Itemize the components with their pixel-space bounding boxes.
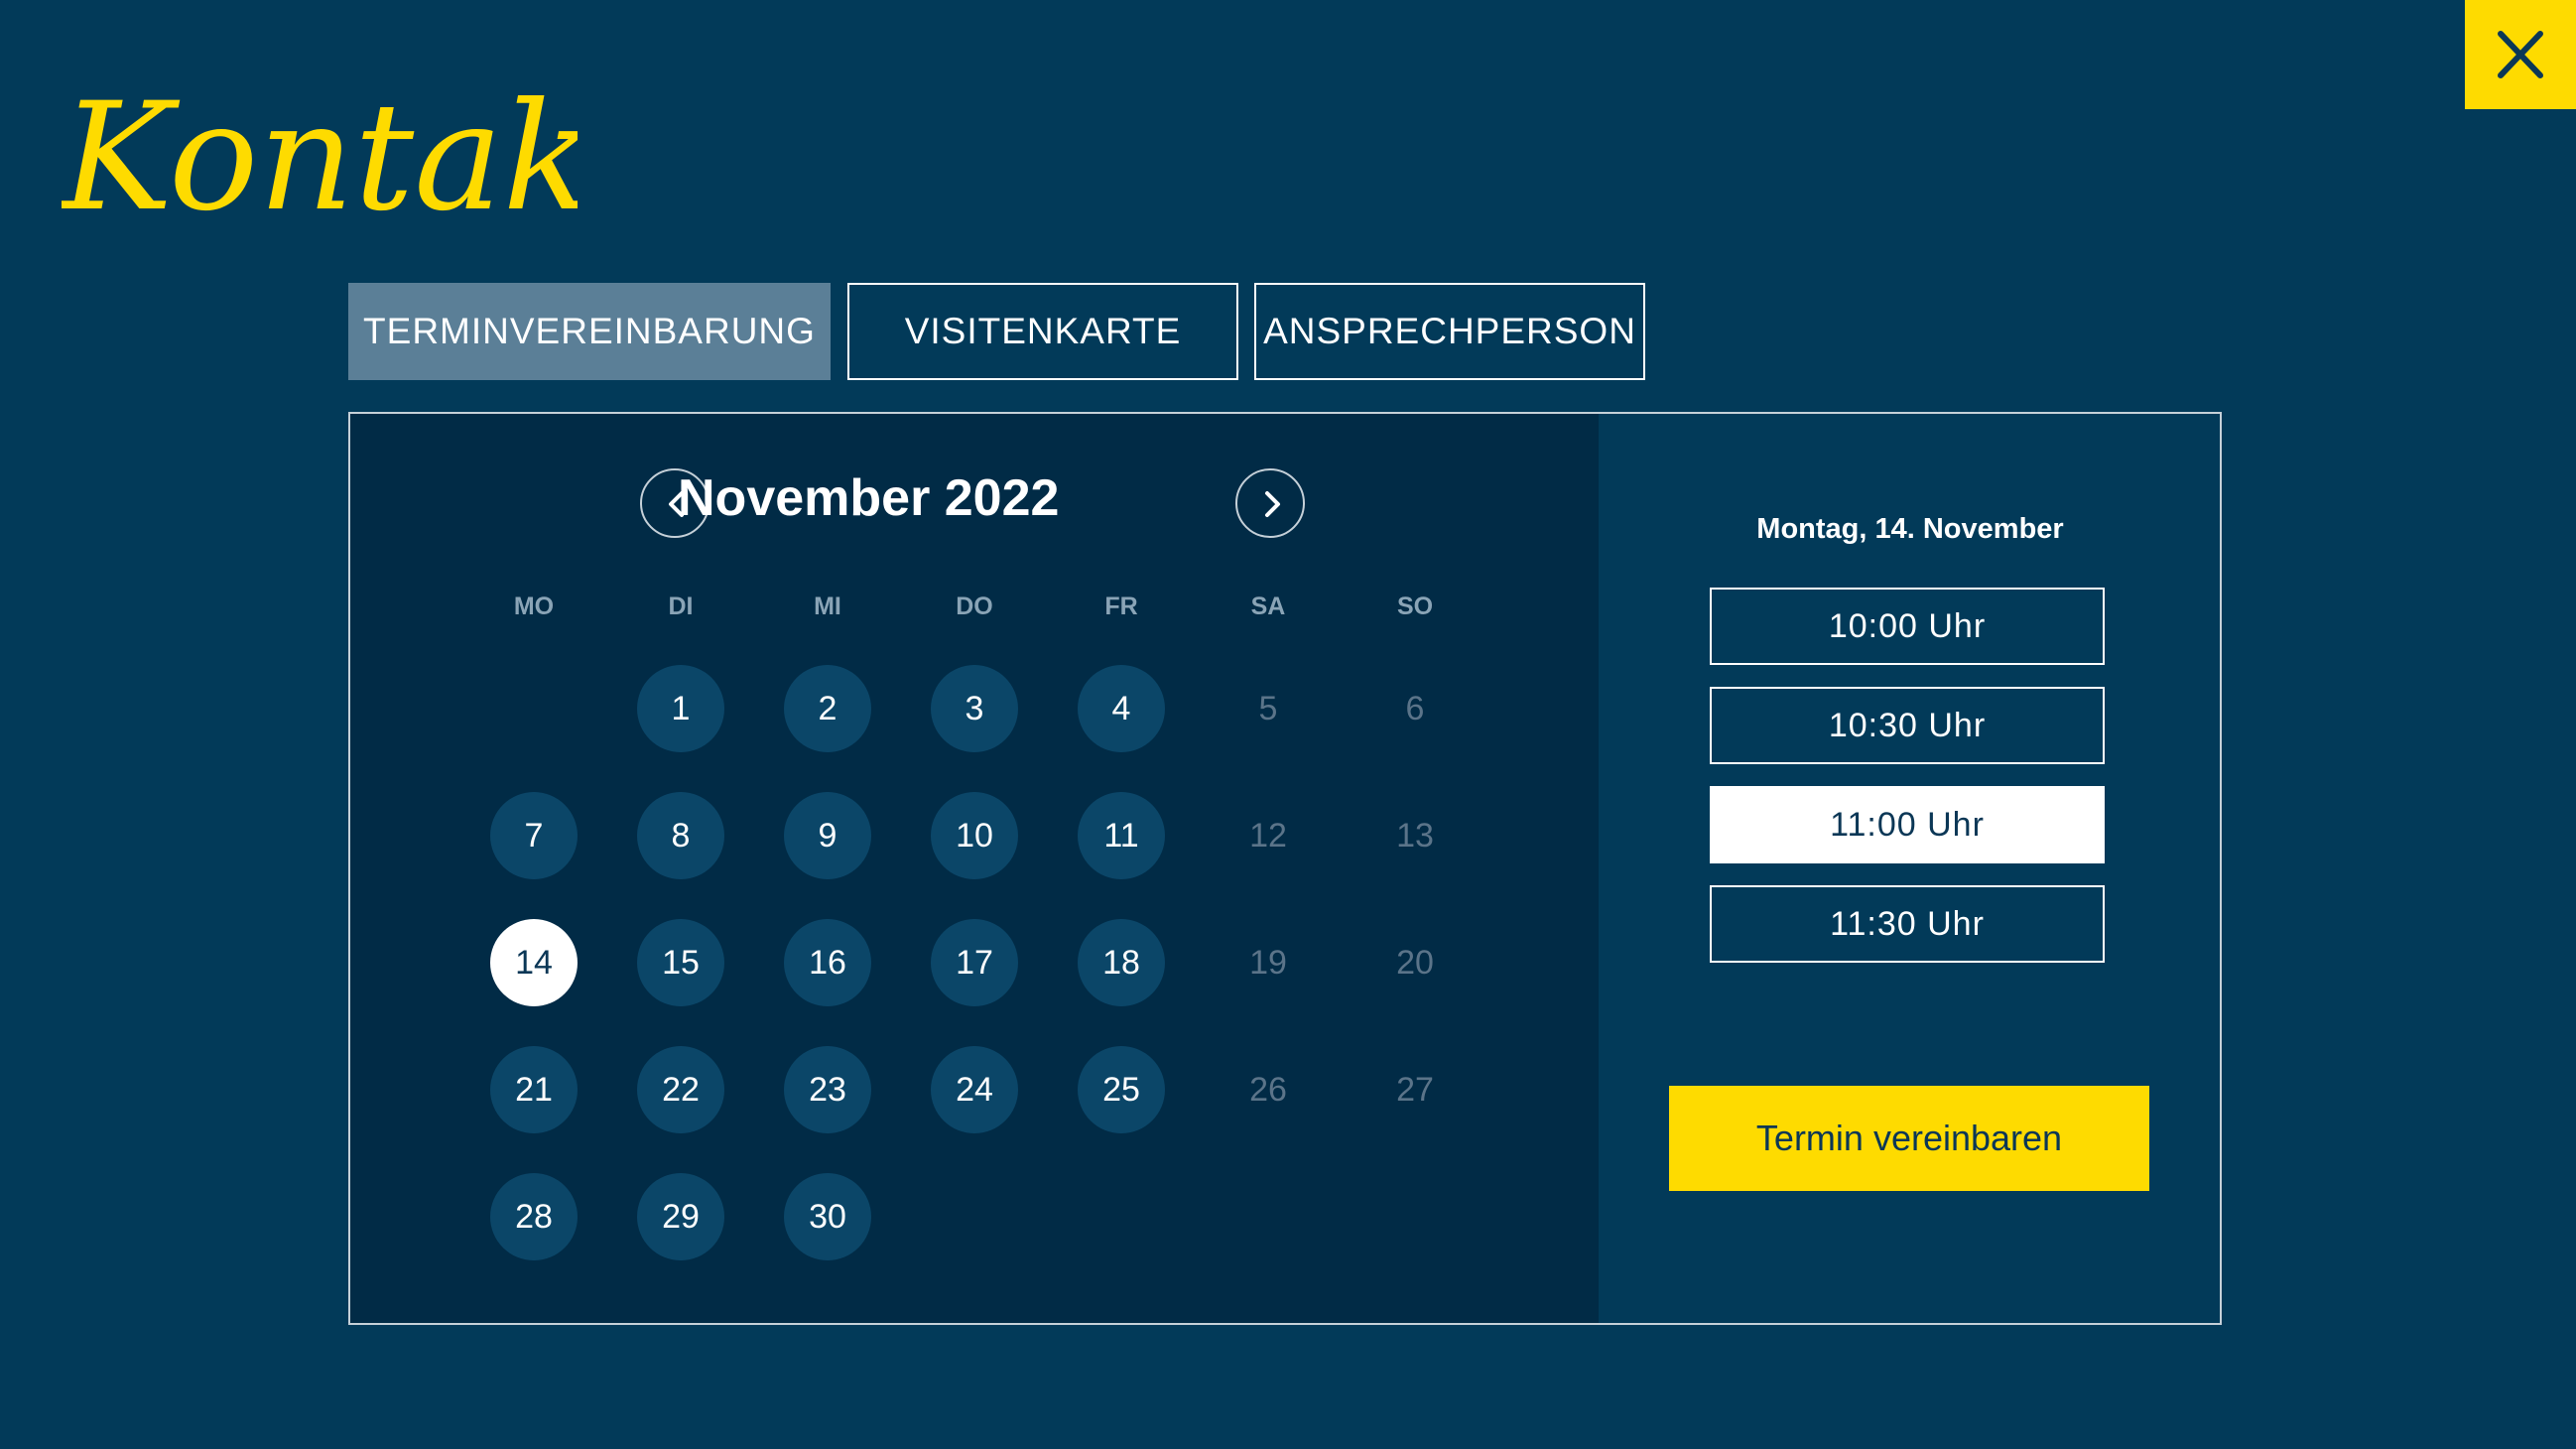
calendar-day[interactable]: 24 xyxy=(931,1046,1018,1133)
calendar-day[interactable]: 29 xyxy=(637,1173,724,1260)
calendar-day: 5 xyxy=(1258,689,1278,727)
weekday-label: SA xyxy=(1250,593,1286,620)
selected-date-label: Montag, 14. November xyxy=(1756,513,2064,545)
time-slot[interactable]: 11:00 Uhr xyxy=(1710,786,2105,863)
calendar-day[interactable]: 18 xyxy=(1078,919,1165,1006)
calendar-day[interactable]: 23 xyxy=(784,1046,871,1133)
calendar-day: 26 xyxy=(1249,1070,1287,1109)
weekday-label: MO xyxy=(513,593,555,620)
calendar-day[interactable]: 7 xyxy=(490,792,578,879)
weekday-label: FR xyxy=(1104,593,1138,620)
tab-terminvereinbarung[interactable]: TERMINVEREINBARUNG xyxy=(348,283,831,380)
calendar-day[interactable]: 25 xyxy=(1078,1046,1165,1133)
calendar-day[interactable]: 1 xyxy=(637,665,724,752)
weekday-label: DO xyxy=(956,593,993,620)
next-month-button[interactable] xyxy=(1235,468,1305,538)
calendar-day: 13 xyxy=(1396,816,1434,855)
calendar-day[interactable]: 15 xyxy=(637,919,724,1006)
calendar-day-selected[interactable]: 14 xyxy=(490,919,578,1006)
calendar: November 2022 MO DI MI DO FR SA SO 1 2 3 4 5 6 7 8 9 10… xyxy=(350,414,1599,1323)
month-title: November 2022 xyxy=(678,469,1060,527)
close-button[interactable] xyxy=(2465,0,2576,109)
kontakt-logo: Kontakt xyxy=(62,71,578,244)
calendar-day[interactable]: 10 xyxy=(931,792,1018,879)
calendar-day[interactable]: 22 xyxy=(637,1046,724,1133)
svg-text:Kontakt: Kontakt xyxy=(62,71,578,244)
calendar-day[interactable]: 3 xyxy=(931,665,1018,752)
time-slot[interactable]: 10:00 Uhr xyxy=(1710,588,2105,665)
calendar-day[interactable]: 11 xyxy=(1078,792,1165,879)
weekday-label: MI xyxy=(814,593,841,620)
weekday-label: SO xyxy=(1396,593,1434,620)
calendar-day: 6 xyxy=(1405,689,1425,727)
close-icon xyxy=(2498,31,2543,78)
calendar-day: 27 xyxy=(1396,1070,1434,1109)
book-appointment-button[interactable]: Termin vereinbaren xyxy=(1669,1086,2149,1191)
calendar-day[interactable]: 28 xyxy=(490,1173,578,1260)
calendar-day[interactable]: 21 xyxy=(490,1046,578,1133)
calendar-day[interactable]: 30 xyxy=(784,1173,871,1260)
chevron-right-icon xyxy=(1265,491,1280,517)
calendar-day: 19 xyxy=(1249,943,1287,982)
calendar-day[interactable]: 17 xyxy=(931,919,1018,1006)
calendar-day[interactable]: 9 xyxy=(784,792,871,879)
calendar-day: 12 xyxy=(1249,816,1287,855)
calendar-day: 20 xyxy=(1396,943,1434,982)
calendar-day[interactable]: 16 xyxy=(784,919,871,1006)
time-slot[interactable]: 10:30 Uhr xyxy=(1710,687,2105,764)
time-slot[interactable]: 11:30 Uhr xyxy=(1710,885,2105,963)
weekday-label: DI xyxy=(668,593,694,620)
calendar-day[interactable]: 2 xyxy=(784,665,871,752)
appointment-panel: November 2022 MO DI MI DO FR SA SO 1 2 3 4 5 6 7 8 9 10… xyxy=(348,412,2222,1325)
calendar-day[interactable]: 4 xyxy=(1078,665,1165,752)
calendar-day[interactable]: 8 xyxy=(637,792,724,879)
tab-ansprechperson[interactable]: ANSPRECHPERSON xyxy=(1254,283,1645,380)
tab-visitenkarte[interactable]: VISITENKARTE xyxy=(847,283,1238,380)
